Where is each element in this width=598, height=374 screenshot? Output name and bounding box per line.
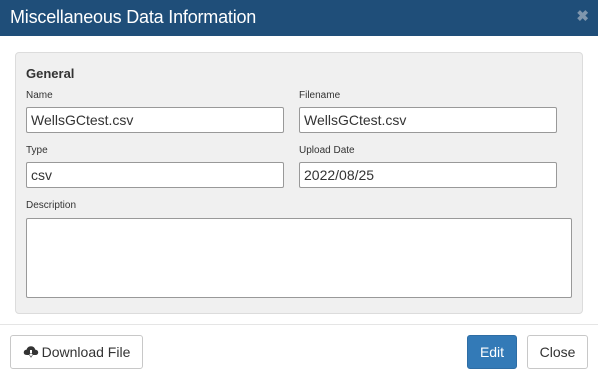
upload-date-field[interactable]: 2022/08/25 (299, 162, 557, 188)
description-textarea[interactable] (26, 218, 572, 298)
close-icon[interactable]: ✖ (576, 9, 589, 24)
filename-label: Filename (299, 90, 341, 101)
dialog-title: Miscellaneous Data Information (10, 7, 257, 27)
section-title-general: General (26, 66, 75, 81)
type-field[interactable]: csv (26, 162, 284, 188)
close-button[interactable]: Close (527, 335, 588, 369)
name-label: Name (26, 90, 53, 101)
footer-divider (0, 324, 598, 325)
edit-button[interactable]: Edit (467, 335, 517, 369)
dialog-titlebar: Miscellaneous Data Information ✖ (0, 0, 598, 36)
type-label: Type (26, 145, 48, 156)
filename-field[interactable]: WellsGCtest.csv (299, 107, 557, 133)
description-label: Description (26, 200, 77, 211)
name-field[interactable]: WellsGCtest.csv (26, 107, 284, 133)
cloud-download-icon (23, 346, 38, 358)
upload-date-label: Upload Date (299, 145, 355, 156)
download-file-button[interactable]: Download File (10, 335, 143, 369)
download-file-label: Download File (41, 344, 131, 360)
